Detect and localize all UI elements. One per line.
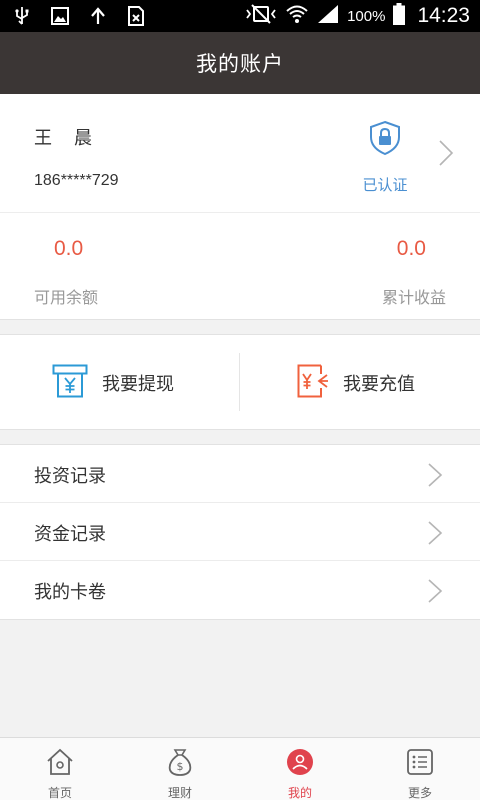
more-list-icon [406, 748, 434, 780]
svg-text:$: $ [177, 760, 184, 773]
chevron-right-icon [426, 520, 444, 550]
user-icon [286, 748, 314, 780]
divider [0, 212, 480, 213]
chevron-right-icon[interactable] [436, 138, 456, 172]
divider [239, 353, 240, 411]
account-card: 王 晨 186*****729 已认证 0.0 0.0 可用余额 累计收益 [0, 94, 480, 320]
tab-more[interactable]: 更多 [360, 738, 480, 800]
tab-label: 我的 [287, 786, 312, 800]
money-bag-icon: $ [165, 748, 195, 780]
wifi-icon [285, 4, 309, 28]
recharge-icon [297, 364, 329, 402]
page-title: 我的账户 [196, 52, 284, 76]
header: 我的账户 [0, 32, 480, 94]
user-name: 王 晨 [34, 128, 94, 149]
usb-icon [12, 6, 32, 26]
menu-item-fund-records[interactable]: 资金记录 [0, 503, 480, 561]
menu-item-my-coupons[interactable]: 我的卡卷 [0, 561, 480, 619]
total-earnings-value: 0.0 [396, 237, 426, 260]
tab-label: 更多 [407, 786, 432, 800]
user-phone: 186*****729 [34, 172, 119, 189]
withdraw-label: 我要提现 [102, 374, 174, 395]
verified-label: 已认证 [362, 176, 408, 194]
menu-item-investment-records[interactable]: 投资记录 [0, 445, 480, 503]
verification-status[interactable]: 已认证 [355, 120, 415, 195]
available-balance-label: 可用余额 [34, 288, 99, 307]
chevron-right-icon [426, 578, 444, 608]
shield-lock-icon [355, 120, 415, 160]
signal-icon [317, 4, 339, 28]
status-bar: 100% 14:23 [0, 0, 480, 32]
no-sim-icon [126, 6, 146, 26]
bottom-tab-bar: 首页 $ 理财 我的 更多 [0, 737, 480, 800]
battery-icon [393, 3, 406, 29]
tab-finance[interactable]: $ 理财 [120, 738, 240, 800]
tab-label: 首页 [47, 786, 72, 800]
image-icon [50, 6, 70, 26]
total-earnings-label: 累计收益 [381, 288, 446, 307]
home-icon [45, 748, 75, 780]
clock: 14:23 [417, 4, 470, 27]
tab-home[interactable]: 首页 [0, 738, 120, 800]
recharge-button[interactable]: 我要充值 [297, 335, 415, 431]
chevron-right-icon [426, 462, 444, 492]
menu-item-label: 资金记录 [34, 524, 106, 545]
menu-item-label: 我的卡卷 [34, 582, 106, 603]
action-card: 我要提现 我要充值 [0, 334, 480, 430]
battery-percent: 100% [347, 7, 386, 25]
menu-item-label: 投资记录 [34, 466, 106, 487]
tab-label: 理财 [167, 786, 192, 800]
menu-list: 投资记录 资金记录 我的卡卷 [0, 444, 480, 620]
withdraw-icon [52, 364, 88, 402]
upload-arrow-icon [88, 6, 108, 26]
vibrate-mute-icon [245, 4, 277, 28]
recharge-label: 我要充值 [343, 374, 415, 395]
tab-mine[interactable]: 我的 [240, 738, 360, 800]
available-balance-value: 0.0 [54, 237, 84, 260]
withdraw-button[interactable]: 我要提现 [52, 335, 174, 431]
